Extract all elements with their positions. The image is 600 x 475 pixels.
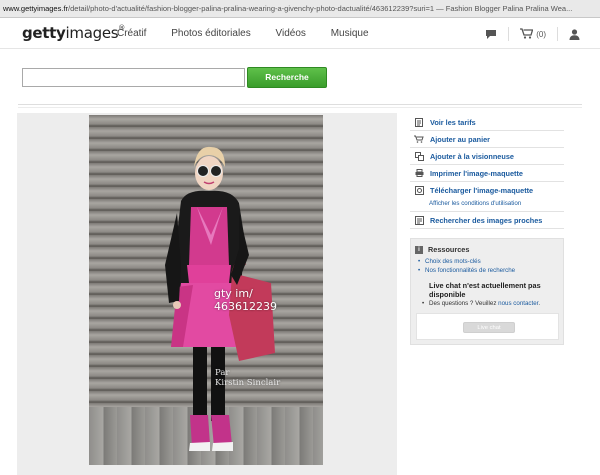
live-chat-button[interactable]: Live chat [463, 322, 515, 333]
download-icon [414, 186, 424, 195]
photo-credit: Par Kirstin Sinclair [215, 368, 281, 388]
contact-prompt: • Des questions ? Veuillez nous contacter… [422, 300, 541, 307]
bullet-icon: • [418, 267, 421, 274]
nav-editorial[interactable]: Photos éditoriales [171, 28, 251, 39]
live-chat-status: Live chat n'est actuellement pas disponi… [429, 281, 541, 299]
divider [18, 107, 582, 108]
image-preview-panel: gty im/ 463612239 Par Kirstin Sinclair [17, 113, 397, 475]
action-view-pricing[interactable]: Voir les tarifs [410, 114, 564, 131]
cart-button[interactable]: (0) [520, 27, 546, 41]
print-icon [414, 169, 424, 178]
cart-icon [520, 27, 534, 41]
cart-count: (0) [536, 29, 546, 39]
cart-icon [414, 135, 424, 144]
keyword-guide-link[interactable]: • Choix des mots-clés [418, 258, 481, 265]
browser-url-bar[interactable]: www.gettyimages.fr/detail/photo-d'actual… [0, 0, 600, 18]
nav-musique[interactable]: Musique [331, 28, 369, 39]
divider [18, 104, 582, 105]
chat-bubble-icon[interactable] [485, 29, 497, 40]
action-add-to-lightbox[interactable]: Ajouter à la visionneuse [410, 148, 564, 165]
nav-divider [0, 48, 600, 49]
action-add-to-cart[interactable]: Ajouter au panier [410, 131, 564, 148]
contact-us-link[interactable]: nous contacter [498, 300, 538, 307]
url-host: www.gettyimages.fr [3, 4, 69, 13]
gettyimages-logo[interactable]: gettyimages® [22, 24, 125, 42]
nav-videos[interactable]: Vidéos [276, 28, 306, 39]
action-find-similar[interactable]: Rechercher des images proches [410, 212, 564, 229]
action-print-comp[interactable]: Imprimer l'image-maquette [410, 165, 564, 182]
similar-images-icon [414, 215, 424, 225]
main-nav: Créatif Photos éditoriales Vidéos Musiqu… [117, 28, 391, 39]
preview-photo[interactable]: gty im/ 463612239 Par Kirstin Sinclair [89, 115, 323, 465]
nav-separator [557, 27, 558, 41]
lightbox-icon [414, 151, 424, 161]
user-account-icon[interactable] [569, 28, 580, 40]
bullet-icon: • [422, 300, 425, 307]
image-actions: Voir les tarifs Ajouter au panier Ajoute… [410, 114, 564, 229]
url-path: /detail/photo-d'actualité/fashion-blogge… [68, 4, 573, 13]
info-icon: i [415, 245, 423, 254]
account-nav: (0) [485, 27, 580, 41]
terms-of-use-link[interactable]: Afficher les conditions d'utilisation [429, 200, 521, 207]
resources-title: i Ressources [415, 245, 469, 254]
action-download-comp[interactable]: Télécharger l'image-maquette Afficher le… [410, 182, 564, 212]
price-list-icon [414, 117, 424, 127]
resources-panel: i Ressources • Choix des mots-clés • Nos f… [410, 238, 564, 345]
top-navigation: gettyimages® Créatif Photos éditoriales … [0, 18, 600, 48]
nav-separator [508, 27, 510, 41]
bullet-icon: • [418, 258, 421, 265]
search-button[interactable]: Recherche [247, 67, 327, 88]
fashion-blogger-figure [165, 146, 275, 451]
live-chat-box: Live chat [416, 313, 559, 340]
watermark-id: gty im/ 463612239 [214, 287, 277, 313]
nav-creatif[interactable]: Créatif [117, 28, 146, 39]
search-input[interactable] [22, 68, 245, 87]
search-features-link[interactable]: • Nos fonctionnalités de recherche [418, 267, 515, 274]
